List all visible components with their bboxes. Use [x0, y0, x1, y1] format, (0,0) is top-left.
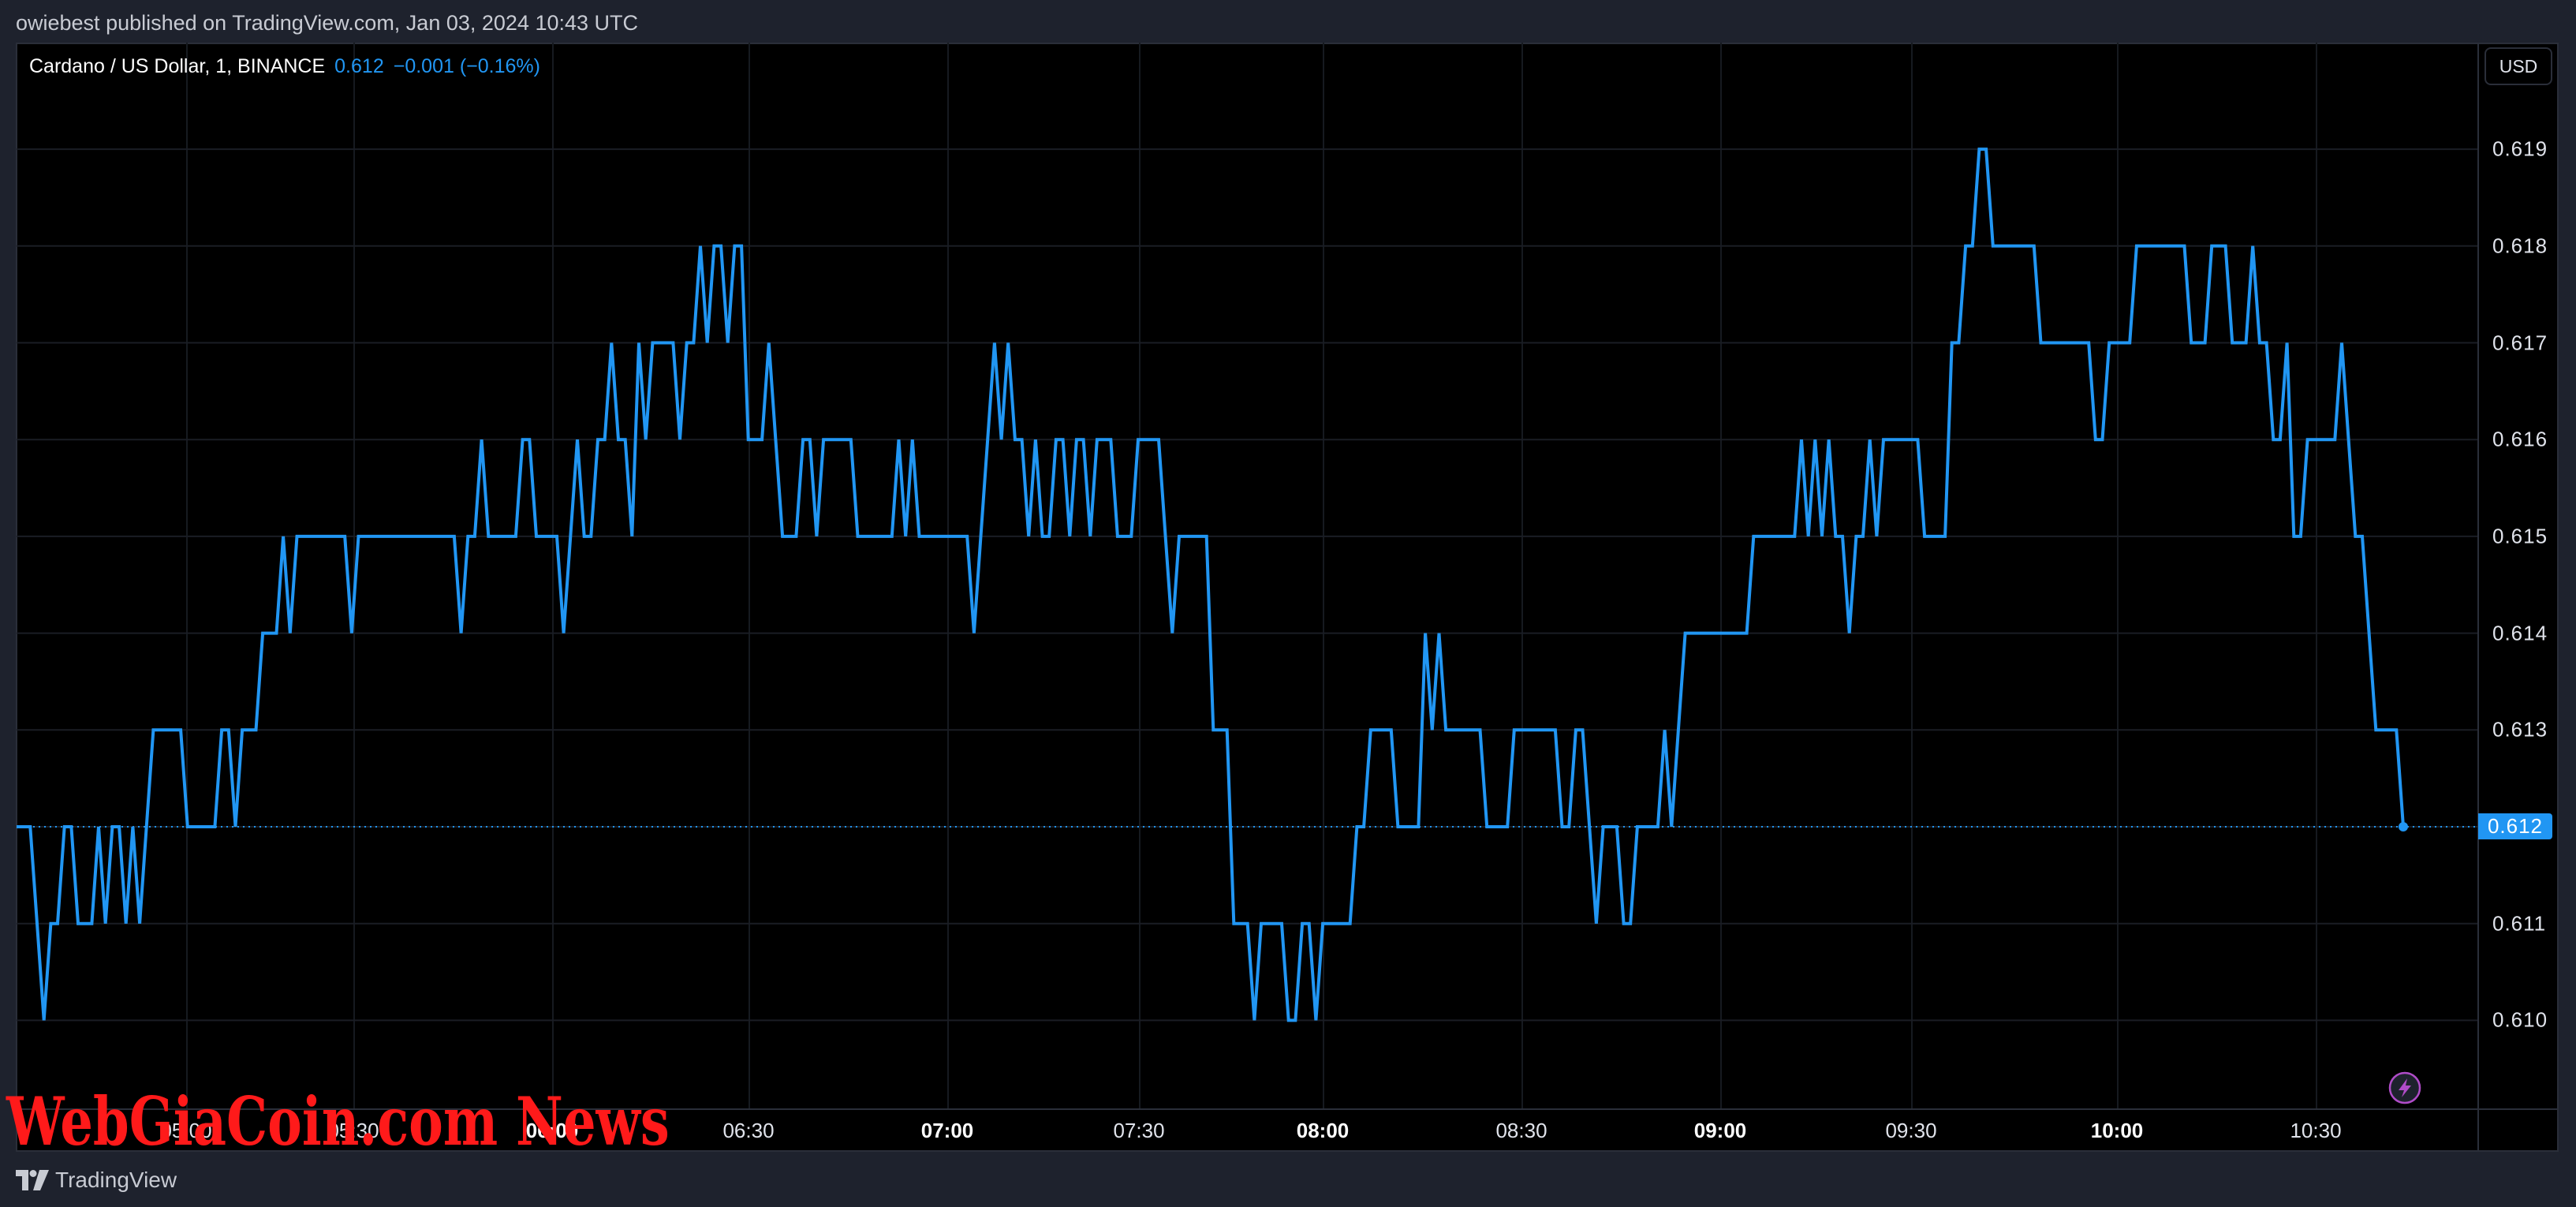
time-label: 07:00	[920, 1119, 974, 1142]
watermark: WebGiaCoin.com News	[6, 1082, 670, 1160]
price-label: 0.618	[2492, 234, 2548, 258]
time-label: 10:00	[2090, 1119, 2144, 1142]
last-price-dot	[2399, 822, 2408, 831]
last-price-tag: 0.612	[2478, 813, 2552, 839]
time-label: 09:00	[1693, 1119, 1747, 1142]
lightning-bolt-icon[interactable]	[2388, 1071, 2421, 1108]
price-label: 0.610	[2492, 1007, 2548, 1032]
legend-last-price: 0.612	[334, 55, 384, 77]
time-label: 08:30	[1495, 1119, 1547, 1142]
price-label: 0.617	[2492, 331, 2548, 354]
price-axis-border	[2477, 43, 2479, 1152]
time-label: 06:30	[722, 1119, 775, 1142]
chart-legend: Cardano / US Dollar, 1, BINANCE 0.612 −0.0…	[29, 55, 540, 78]
legend-change: −0.001 (−0.16%)	[393, 55, 540, 77]
price-label: 0.615	[2492, 524, 2548, 548]
legend-symbol: Cardano / US Dollar, 1, BINANCE	[29, 55, 326, 77]
time-label: 07:30	[1113, 1119, 1165, 1142]
price-series-line	[17, 148, 2405, 1022]
currency-button[interactable]: USD	[2485, 47, 2552, 85]
price-label: 0.614	[2492, 621, 2548, 645]
time-label: 09:30	[1885, 1119, 1937, 1142]
price-label: 0.613	[2492, 717, 2548, 742]
price-chart[interactable]	[0, 0, 2576, 1207]
tradingview-logo-icon	[16, 1170, 49, 1190]
time-label: 08:00	[1296, 1119, 1350, 1142]
horizontal-grid	[17, 148, 2477, 1022]
price-label: 0.619	[2492, 136, 2548, 161]
price-label: 0.616	[2492, 427, 2548, 451]
footer-brand-text: TradingView	[55, 1168, 177, 1192]
time-label: 10:30	[2290, 1119, 2342, 1142]
footer-brand[interactable]: TradingView	[16, 1168, 177, 1193]
price-label: 0.611	[2492, 911, 2547, 936]
